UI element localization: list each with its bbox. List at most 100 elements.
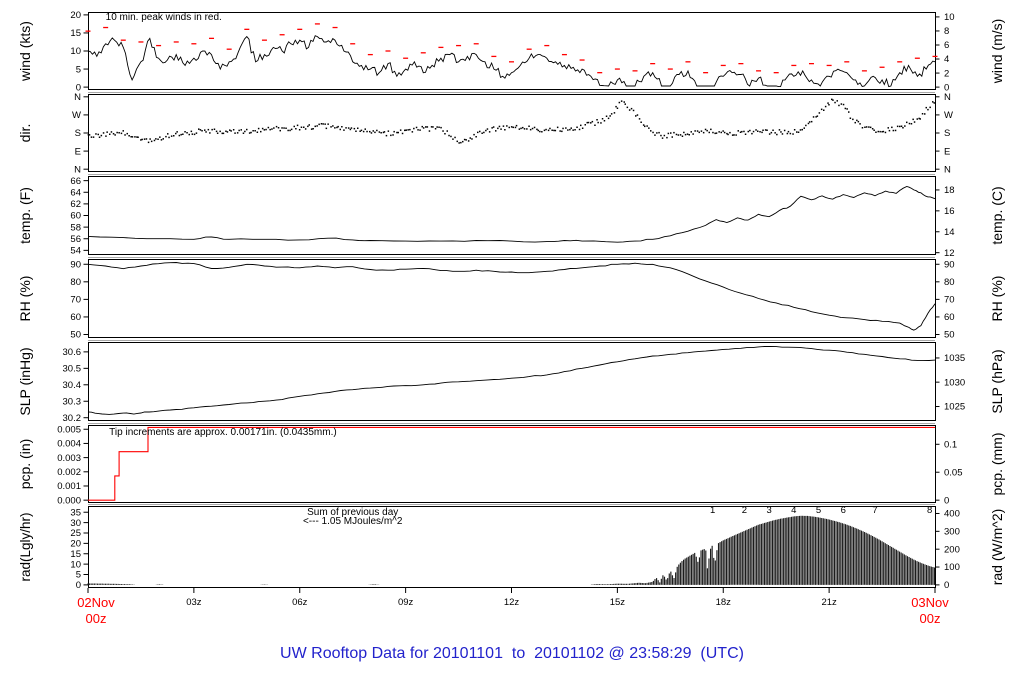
panel-wind-left-title: wind (kts)	[17, 21, 33, 82]
svg-text:30.3: 30.3	[63, 396, 82, 407]
svg-text:0.000: 0.000	[57, 495, 81, 506]
precip-cumulative-step	[88, 426, 935, 501]
svg-text:0.05: 0.05	[944, 467, 963, 478]
svg-text:2: 2	[742, 505, 747, 516]
panel-slp-left-axis: 30.2 30.3 30.4 30.5 30.6	[63, 347, 88, 424]
svg-text:54: 54	[70, 246, 81, 257]
svg-text:1: 1	[710, 505, 715, 516]
svg-text:8: 8	[944, 26, 949, 37]
panel-rad-frame	[88, 506, 936, 588]
x-axis-start-date: 02Nov 00z	[77, 595, 115, 626]
panel-wind-right-axis: 0246810	[935, 12, 955, 93]
svg-text:200: 200	[944, 544, 960, 555]
panel-wind-right-title: wind (m/s)	[989, 19, 1005, 85]
panel-separator	[88, 339, 935, 341]
svg-text:15: 15	[70, 549, 81, 560]
svg-text:E: E	[75, 146, 81, 157]
panel-slp-left-title: SLP (inHg)	[17, 347, 33, 415]
svg-text:62: 62	[70, 199, 81, 210]
x-axis-ticks	[87, 588, 936, 593]
panel-separator	[88, 503, 935, 505]
svg-text:8: 8	[927, 505, 932, 516]
panel-rh-left-axis: 50 60 70 80 90	[70, 259, 88, 341]
wind-speed-line	[87, 35, 936, 88]
svg-text:300: 300	[944, 527, 960, 538]
panel-pcp-right-axis: 0 0.05 0.1	[935, 439, 963, 506]
svg-text:0.003: 0.003	[57, 453, 81, 464]
svg-text:5: 5	[816, 505, 821, 516]
svg-text:0.004: 0.004	[57, 439, 81, 450]
panel-dir: NWSENNWSENdir.	[17, 92, 953, 175]
panel-slp-frame	[88, 342, 936, 421]
svg-text:400: 400	[944, 509, 960, 520]
svg-text:6: 6	[944, 40, 949, 51]
svg-text:W: W	[944, 110, 953, 121]
panel-wind: 051015200246810wind (kts) wind (m/s)10 mi…	[17, 10, 1005, 93]
svg-text:N: N	[944, 92, 951, 103]
panel-temp-left-title: temp. (F)	[17, 187, 33, 244]
svg-text:S: S	[944, 128, 950, 139]
svg-text:14: 14	[944, 227, 955, 238]
panel-wind-left-axis: 05101520	[70, 10, 88, 93]
svg-text:30: 30	[70, 518, 81, 529]
panel-temp-frame	[88, 176, 936, 255]
panel-rh-right-axis: 50 60 70 80 90	[935, 259, 955, 341]
svg-text:4: 4	[791, 505, 796, 516]
x-axis-label-06z: 06z	[292, 597, 308, 608]
panel-rh-frame	[88, 259, 936, 338]
panel-pcp-right-title: pcp. (mm)	[989, 433, 1005, 496]
panel-temp: 54565860626466 12 14 16 18 temp. (F) temp. (C)	[17, 176, 1005, 259]
uw-rooftop-weather-figure: UW Rooftop Data for 20101101 to 20101102…	[0, 0, 1024, 700]
panel-slp: 30.2 30.3 30.4 30.5 30.6 1025 1030 1035 SLP (inH…	[17, 342, 1005, 424]
svg-text:W: W	[72, 110, 81, 121]
panel-separator	[88, 91, 935, 93]
panel-rad-right-axis: 0 100 200 300 400	[935, 509, 960, 591]
svg-text:30.4: 30.4	[63, 380, 82, 391]
panel-temp-right-axis: 12 14 16 18	[935, 185, 955, 259]
svg-text:10: 10	[70, 46, 81, 57]
svg-text:0.002: 0.002	[57, 467, 81, 478]
x-axis-label-12z: 12z	[503, 597, 520, 608]
temperature-line	[87, 186, 936, 243]
svg-text:15: 15	[70, 28, 81, 39]
svg-text:1035: 1035	[944, 353, 965, 364]
svg-text:2: 2	[944, 68, 949, 79]
svg-text:16: 16	[944, 206, 955, 217]
svg-text:6: 6	[841, 505, 846, 516]
svg-text:E: E	[944, 146, 950, 157]
svg-text:35: 35	[70, 507, 81, 518]
svg-text:12: 12	[944, 248, 955, 259]
svg-text:20: 20	[70, 539, 81, 550]
x-axis-label-18z: 18z	[715, 597, 731, 608]
panel-dir-right-axis: NWSEN	[935, 92, 953, 175]
svg-text:60: 60	[70, 312, 81, 323]
svg-text:3: 3	[766, 505, 771, 516]
svg-text:18: 18	[944, 185, 955, 196]
svg-text:30.6: 30.6	[63, 347, 82, 358]
svg-text:100: 100	[944, 562, 960, 573]
panel-temp-right-title: temp. (C)	[989, 186, 1005, 244]
svg-text:64: 64	[70, 187, 81, 198]
panel-dir-left-axis: NWSEN	[72, 92, 88, 175]
panel-pcp: 0.000 0.001 0.002 0.003 0.004 0.005 0 0.05 0.1 pc…	[17, 424, 1005, 506]
panel-rh-left-title: RH (%)	[17, 276, 33, 322]
svg-text:30.5: 30.5	[63, 364, 82, 375]
svg-text:5: 5	[76, 570, 81, 581]
svg-text:N: N	[74, 92, 81, 103]
svg-text:90: 90	[70, 259, 81, 270]
svg-text:25: 25	[70, 528, 81, 539]
svg-text:90: 90	[944, 259, 955, 270]
panel-temp-left-axis: 54565860626466	[70, 176, 88, 257]
svg-text:4: 4	[944, 54, 949, 65]
svg-text:60: 60	[944, 312, 955, 323]
svg-text:1030: 1030	[944, 377, 965, 388]
panel-pcp-left-axis: 0.000 0.001 0.002 0.003 0.004 0.005	[57, 424, 88, 506]
svg-text:0.001: 0.001	[57, 481, 81, 492]
x-axis-label-15z: 15z	[609, 597, 626, 608]
panel-wind-annotation: 10 min. peak winds in red.	[106, 12, 222, 23]
svg-text:0.1: 0.1	[944, 439, 957, 450]
svg-text:0.005: 0.005	[57, 424, 81, 435]
panel-dir-frame	[88, 94, 936, 172]
svg-text:N: N	[74, 164, 81, 175]
svg-text:0: 0	[76, 580, 81, 591]
